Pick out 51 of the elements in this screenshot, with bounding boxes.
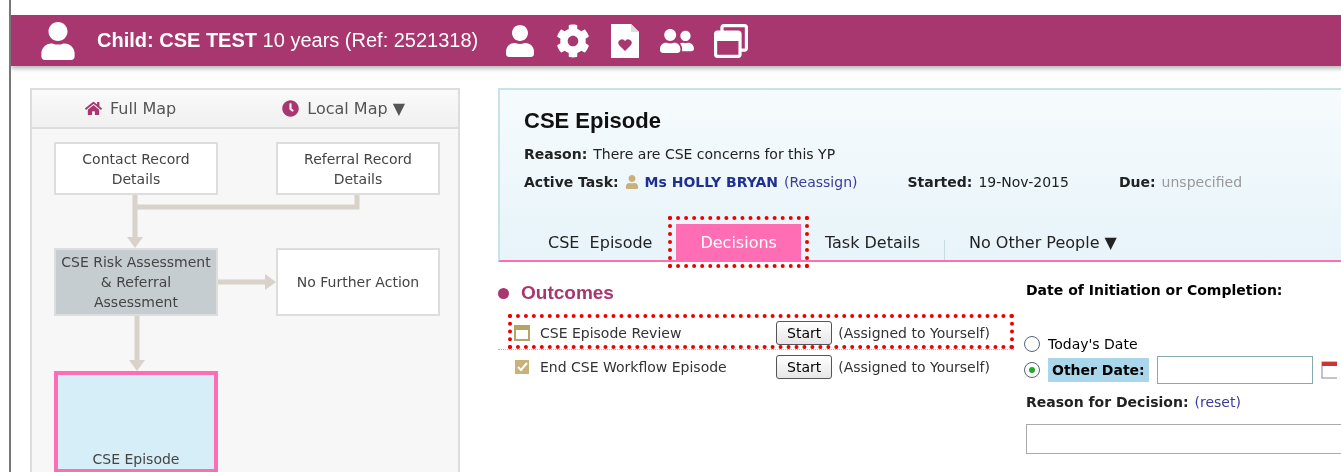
- reason-label: Reason:: [524, 146, 588, 162]
- reason-for-decision-label: Reason for Decision:: [1026, 394, 1189, 410]
- calendar-icon: [514, 324, 530, 341]
- started-label: Started:: [907, 174, 973, 190]
- settings-icon[interactable]: [556, 23, 591, 58]
- person-icon: [39, 21, 77, 60]
- task-person: Ms HOLLY BRYAN: [644, 174, 779, 190]
- start-button[interactable]: Start: [776, 320, 833, 345]
- checklist-icon: [514, 359, 530, 375]
- outcomes-heading: Outcomes: [521, 282, 614, 304]
- assignment-note: (Assigned to Yourself): [838, 324, 990, 341]
- date-label: Date of Initiation or Completion:: [1026, 282, 1284, 298]
- map-link[interactable]: Full Map: [85, 99, 177, 118]
- date-input[interactable]: [1156, 356, 1313, 384]
- home-icon: [85, 100, 102, 117]
- tab[interactable]: CSE Episode: [524, 224, 677, 260]
- radio-label: Other Date:: [1048, 358, 1149, 382]
- person-icon: [624, 175, 639, 189]
- windows-icon[interactable]: [714, 23, 749, 58]
- person-icon[interactable]: [504, 24, 537, 57]
- map-node[interactable]: CSE Episode: [54, 371, 218, 472]
- connector-arrow: [129, 316, 145, 371]
- child-title: Child: CSE TEST 10 years (Ref: 2521318): [97, 29, 479, 52]
- document-heart-icon[interactable]: [610, 22, 641, 59]
- connector-arrow: [218, 274, 276, 290]
- map-link[interactable]: Local Map ▼: [282, 99, 405, 118]
- outcome-label: CSE Episode Review: [540, 324, 683, 341]
- calendar-icon[interactable]: [1320, 361, 1337, 379]
- clock-icon: [282, 100, 300, 117]
- due-value: unspecified: [1161, 174, 1243, 190]
- reset-link[interactable]: (reset): [1194, 394, 1241, 410]
- tab[interactable]: No Other People ▼: [945, 224, 1141, 260]
- assignment-note: (Assigned to Yourself): [838, 359, 990, 375]
- map-node[interactable]: CSE Risk Assessment & Referral Assessment: [54, 248, 218, 316]
- outcome-label: End CSE Workflow Episode: [540, 359, 728, 375]
- episode-title: CSE Episode: [524, 108, 662, 134]
- active-task-label: Active Task:: [524, 174, 619, 190]
- radio-button[interactable]: [1024, 336, 1040, 352]
- map-node[interactable]: Contact Record Details: [54, 142, 218, 195]
- reassign-link[interactable]: (Reassign): [784, 174, 858, 190]
- reason-field[interactable]: [1026, 424, 1341, 454]
- start-button[interactable]: Start: [776, 355, 833, 379]
- map-node[interactable]: Referral Record Details: [276, 142, 440, 195]
- tab[interactable]: Task Details: [800, 224, 944, 260]
- started-date: 19-Nov-2015: [978, 174, 1069, 190]
- map-node[interactable]: No Further Action: [276, 248, 440, 316]
- radio-button[interactable]: [1024, 362, 1040, 378]
- reason-text: There are CSE concerns for this YP: [593, 146, 836, 162]
- radio-label: Today's Date: [1048, 336, 1138, 352]
- due-label: Due:: [1118, 174, 1156, 190]
- bullet-icon: [498, 287, 509, 299]
